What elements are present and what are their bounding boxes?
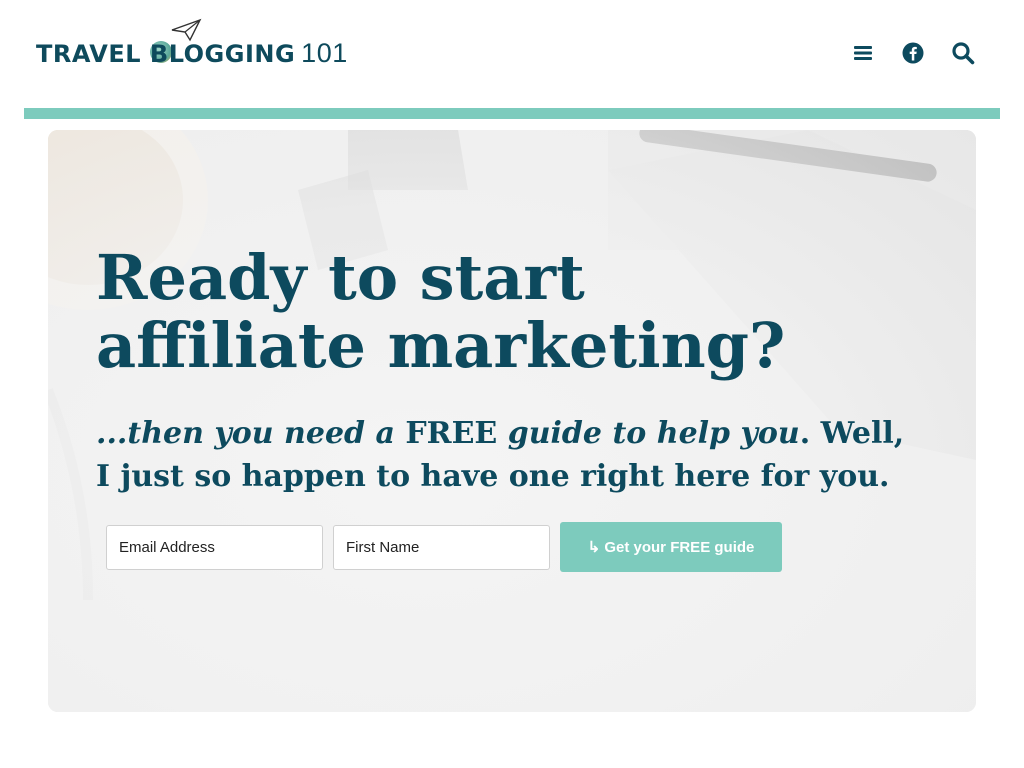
email-field[interactable]: [106, 524, 323, 570]
first-name-field[interactable]: [333, 524, 550, 570]
site-logo[interactable]: TRAVEL BLOGGING 101: [36, 18, 347, 74]
site-header: TRAVEL BLOGGING 101: [0, 0, 1024, 108]
menu-icon[interactable]: [850, 40, 876, 66]
logo-wordmark: TRAVEL BLOGGING 101: [36, 38, 348, 69]
header-divider: [24, 108, 1000, 119]
search-icon[interactable]: [950, 40, 976, 66]
subhead-part-1: ...then you need a: [96, 416, 395, 451]
hero-subheading: ...then you need a FREE guide to help yo…: [96, 412, 916, 498]
hero-headline: Ready to start affiliate marketing?: [96, 241, 786, 382]
signup-form: ↳ Get your FREE guide: [106, 522, 782, 572]
logo-number: 101: [301, 38, 348, 68]
facebook-icon[interactable]: [900, 40, 926, 66]
subhead-part-3: guide to help you: [507, 416, 800, 451]
hero-banner: Ready to start affiliate marketing? ...t…: [48, 130, 976, 712]
header-actions: [850, 40, 976, 66]
subhead-part-2: FREE: [394, 416, 508, 451]
logo-text: TRAVEL BLOGGING: [36, 40, 296, 68]
get-free-guide-button[interactable]: ↳ Get your FREE guide: [560, 522, 782, 572]
